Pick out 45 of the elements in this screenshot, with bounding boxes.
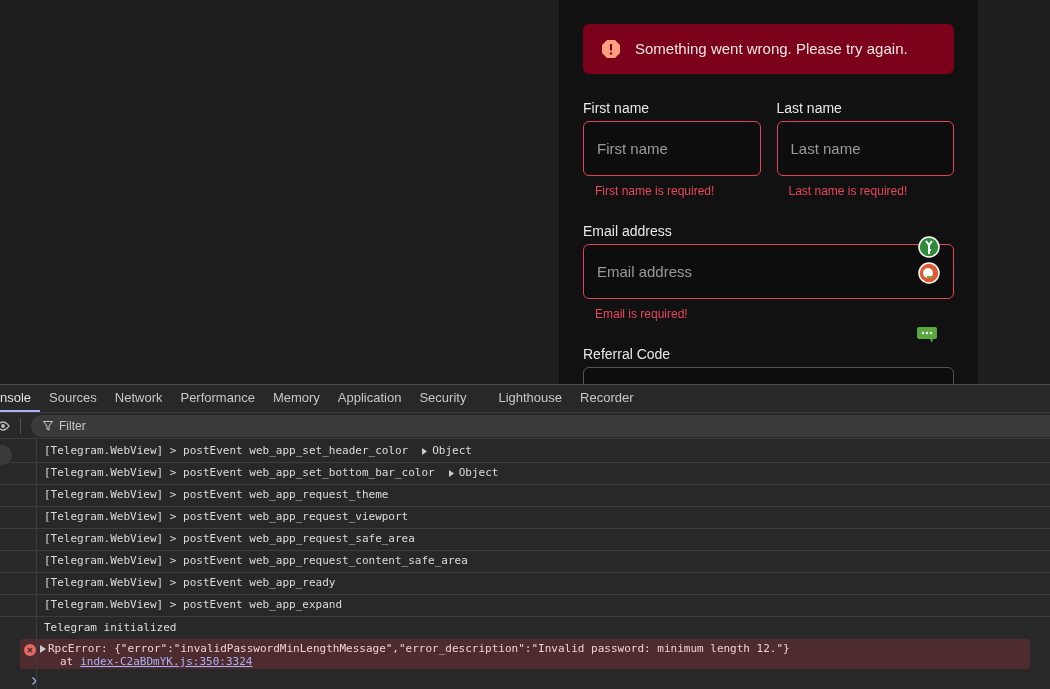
log-text: [Telegram.WebView] > postEvent web_app_request_viewport [44,509,409,526]
devtools-tab[interactable]: Lighthouse [489,385,572,412]
log-text: [Telegram.WebView] > postEvent web_app_expand [44,597,342,614]
object-toggle[interactable]: Object [448,465,499,482]
field-label: First name [583,99,651,118]
log-text: [Telegram.WebView] > postEvent web_app_set_bottom_bar_color [44,465,435,482]
key-icon[interactable] [918,236,940,258]
alert-text: Something went wrong. Please try again. [635,38,908,59]
devtools-tab[interactable]: Sources [40,385,106,412]
error-icon [24,644,36,656]
log-text: [Telegram.WebView] > postEvent web_app_set_header_color [44,443,409,460]
devtools-tab[interactable]: Network [105,385,172,412]
input-field[interactable]: Last name [776,121,954,176]
filter-icon [43,420,53,431]
error-message: First name is required! [595,183,716,199]
chat-bubble-icon[interactable] [916,326,938,343]
log-text: [Telegram.WebView] > postEvent web_app_ready [44,575,336,592]
field-label: Referral Code [583,345,672,364]
devtools-tab[interactable]: Security [410,385,476,412]
expand-arrow-icon[interactable] [40,645,46,653]
error-message: Email is required! [595,306,689,322]
object-toggle[interactable]: Object [422,443,472,460]
devtools-tab[interactable]: Application [328,385,411,412]
field-label: Last name [776,99,843,118]
expand-arrow-icon [422,448,428,455]
warning-icon [601,39,621,59]
source-link[interactable]: index-C2aBDmYK.js:350:3324 [80,655,253,668]
devtools-tab[interactable]: nsole [0,385,41,412]
stack-at-text: at [60,655,74,668]
log-text: [Telegram.WebView] > postEvent web_app_request_safe_area [44,531,415,548]
devtools-tab[interactable]: Memory [263,385,329,412]
eye-icon[interactable] [0,420,10,431]
log-text: Telegram initialized [44,619,177,636]
error-message: Last name is required! [788,183,909,199]
input-field[interactable]: Email address [583,244,954,299]
devtools-tab[interactable]: Performance [171,385,264,412]
expand-arrow-icon [448,470,454,477]
input-field[interactable]: First name [583,121,761,176]
field-label: Email address [583,222,673,241]
filter-field[interactable]: Filter [31,414,1050,437]
prompt-icon [32,677,37,685]
error-text: RpcError: {"error":"invalidPasswordMinLengthMessage","error_description":"Invalid password: minimum length 12."} [48,642,790,655]
log-text: [Telegram.WebView] > postEvent web_app_request_theme [44,487,389,504]
devtools-tab[interactable]: Recorder [571,385,643,412]
log-text: [Telegram.WebView] > postEvent web_app_request_content_safe_area [44,553,468,570]
